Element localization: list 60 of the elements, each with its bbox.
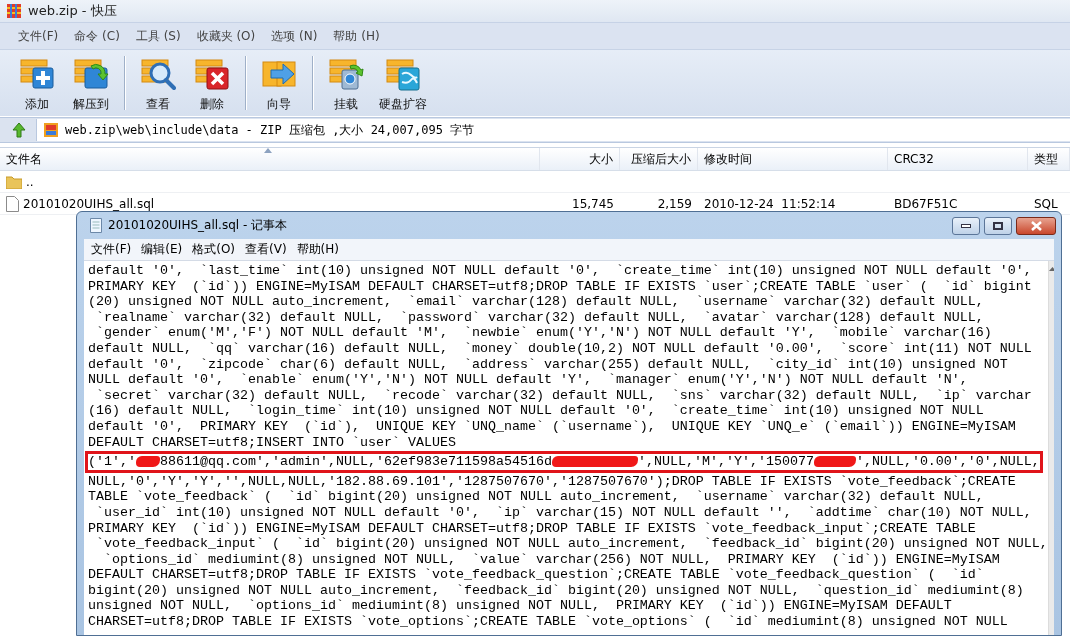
menu-item[interactable]: 工具 (S) [127,27,189,45]
text-line: unsigned NOT NULL, `options_id` mediumint(8) unsigned NOT NULL, PRIMARY KEY (`id`)) ENGINE=MyISAM DEFAULT [88,598,953,615]
text-line: 88611@qq.com','admin',NULL,'62ef983e711598a54516d [160,454,552,470]
text-line: default '0', `last_time` int(10) unsigned NOT NULL default '0', `create_time` int(10) unsigned NOT NULL default '0', [88,263,1033,279]
text-line: (20) unsigned NOT NULL auto_increment, `email` varchar(128) default NULL, `username` varchar(32) default NULL, [88,294,985,310]
menu-item[interactable]: 文件(F) [86,241,137,258]
text-line: `vote_feedback_input` ( `id` bigint(20) unsigned NOT NULL auto_increment, `feedback_id` bigint(20) unsigned NOT NULL, [95,536,1048,552]
text-line: NULL,'0','Y','Y','',NULL,NULL,'182.88.69.101','1287507670','1287507670');DROP TABLE IF EXISTS `vote_feedback`;CREATE [88,473,1017,490]
menu-item[interactable]: 选项 (N) [263,27,326,45]
text-line: (16) default NULL, `login_time` int(10) unsigned NOT NULL default '0', `create_time` int(10) unsigned NOT NULL [88,403,985,419]
menu-item[interactable]: 收藏夹 (O) [188,27,264,45]
text-line: default NULL, `qq` varchar(16) default NULL, `money` double(10,2) NOT NULL default '0.00', `score` int(11) NOT NULL [88,340,1033,357]
menu-item[interactable]: 帮助(H) [291,241,344,258]
menu-item[interactable]: 帮助 (H) [325,27,388,45]
text-line: ',NULL,'M','Y','150077 [637,454,814,470]
file-name[interactable]: 20101020UIHS_all.sql [23,196,155,211]
text-line: ',NULL,'0.00','0',NULL, [855,454,1040,470]
text-line: `user_id` int(10) unsigned NOT NULL default '0', `ip` varchar(15) NOT NULL default '', `addtime` char(10) NOT NULL, [95,504,1033,521]
toolbar-button[interactable]: 删除 [185,50,239,116]
toolbar-button[interactable]: 查看 [131,50,185,116]
table-cell-text: SQL [1033,195,1059,213]
table-cell-text: 2,159 [656,195,693,213]
column-header[interactable]: 大小 [540,148,620,170]
path-field[interactable]: web.zip\web\include\data - ZIP 压缩包 ,大小 24,007,095 字节 [36,119,1070,141]
column-header[interactable]: 文件名 [0,148,540,170]
text-line: CHARSET=utf8;DROP TABLE IF EXISTS `vote_options`;CREATE TABLE `vote_options` ( `id` mediumint(8) unsigned NOT NULL [88,614,1009,630]
text-line: ('1',' [88,454,136,470]
menu-item[interactable]: 格式(O) [187,241,241,258]
window-title: web.zip - 快压 [28,2,117,20]
column-header[interactable]: 压缩后大小 [620,148,698,170]
text-line: `realname` varchar(32) default NULL, `password` varchar(32) default NULL, `avatar` varchar(128) default NULL, [95,309,985,326]
menu-item[interactable]: 命令 (C) [66,27,128,45]
window-title: 20101020UIHS_all.sql - 记事本 [108,217,289,234]
menu-item[interactable]: 编辑(E) [136,241,188,258]
text-line: default '0', PRIMARY KEY (`id`), UNIQUE KEY `UNQ_name` (`username`), UNIQUE KEY `UNQ_e` (`email`)) ENGINE=MyISAM [88,418,1017,435]
table-cell-text: 15,745 [571,195,615,213]
column-header[interactable]: 修改时间 [698,148,888,170]
text-line: PRIMARY KEY (`id`)) ENGINE=MyISAM DEFAULT CHARSET=utf8;DROP TABLE IF EXISTS `vote_feedback_input`;CREATE TABLE [88,520,977,537]
file-name[interactable]: .. [26,174,34,189]
toolbar-button[interactable]: 解压到 [64,50,118,116]
text-line: `gender` enum('M','F') NOT NULL default 'M', `newbie` enum('Y','N') NOT NULL default 'Y', `mobile` varchar(16) [95,325,993,341]
menu-item[interactable]: 查看(V) [240,241,292,258]
menu-item[interactable]: 文件(F) [10,27,67,45]
text-line: DEFAULT CHARSET=utf8;DROP TABLE IF EXISTS `vote_feedback_question`;CREATE TABLE `vote_feedback_question` ( `id` [88,567,985,583]
text-line: `options_id` mediumint(8) unsigned NOT NULL, `value` varchar(256) NOT NULL, PRIMARY KEY (`id`)) ENGINE=MyISAM [103,551,1001,568]
table-cell-text: 2010-12-24 11:52:14 [703,195,837,213]
toolbar-button[interactable]: 挂载 [319,50,373,116]
text-line: PRIMARY KEY (`id`)) ENGINE=MyISAM DEFAULT CHARSET=utf8;DROP TABLE IF EXISTS `user`;CREATE TABLE `user` ( `id` bigint [88,278,1033,295]
toolbar-button[interactable]: 向导 [252,50,306,116]
toolbar-button[interactable]: 硬盘扩容 [373,50,433,116]
table-cell-text: BD67F51C [893,195,959,213]
text-line: NULL default '0', `enable` enum('Y','N') NOT NULL default 'Y', `manager` enum('Y','N') NOT NULL default 'N', [88,372,969,388]
toolbar-button[interactable]: 添加 [10,50,64,116]
text-line: default '0', `zipcode` char(6) default NULL, `address` varchar(255) default NULL, `city_id` int(10) unsigned NOT [88,356,1009,373]
text-line: `secret` varchar(32) default NULL, `recode` varchar(32) default NULL, `sns` varchar(32) default NULL, `ip` varchar [95,387,1033,404]
text-line: bigint(20) unsigned NOT NULL auto_increment, `feedback_id` bigint(20) unsigned NOT NULL, `question_id` mediumint(8) [88,582,1025,599]
column-header[interactable]: 类型 [1028,148,1070,170]
text-line: TABLE `vote_feedback` ( `id` bigint(20) unsigned NOT NULL auto_increment, `username` varchar(32) default NULL, [88,489,985,505]
text-line: DEFAULT CHARSET=utf8;INSERT INTO `user` VALUES [88,434,457,451]
column-header[interactable]: CRC32 [888,148,1028,170]
